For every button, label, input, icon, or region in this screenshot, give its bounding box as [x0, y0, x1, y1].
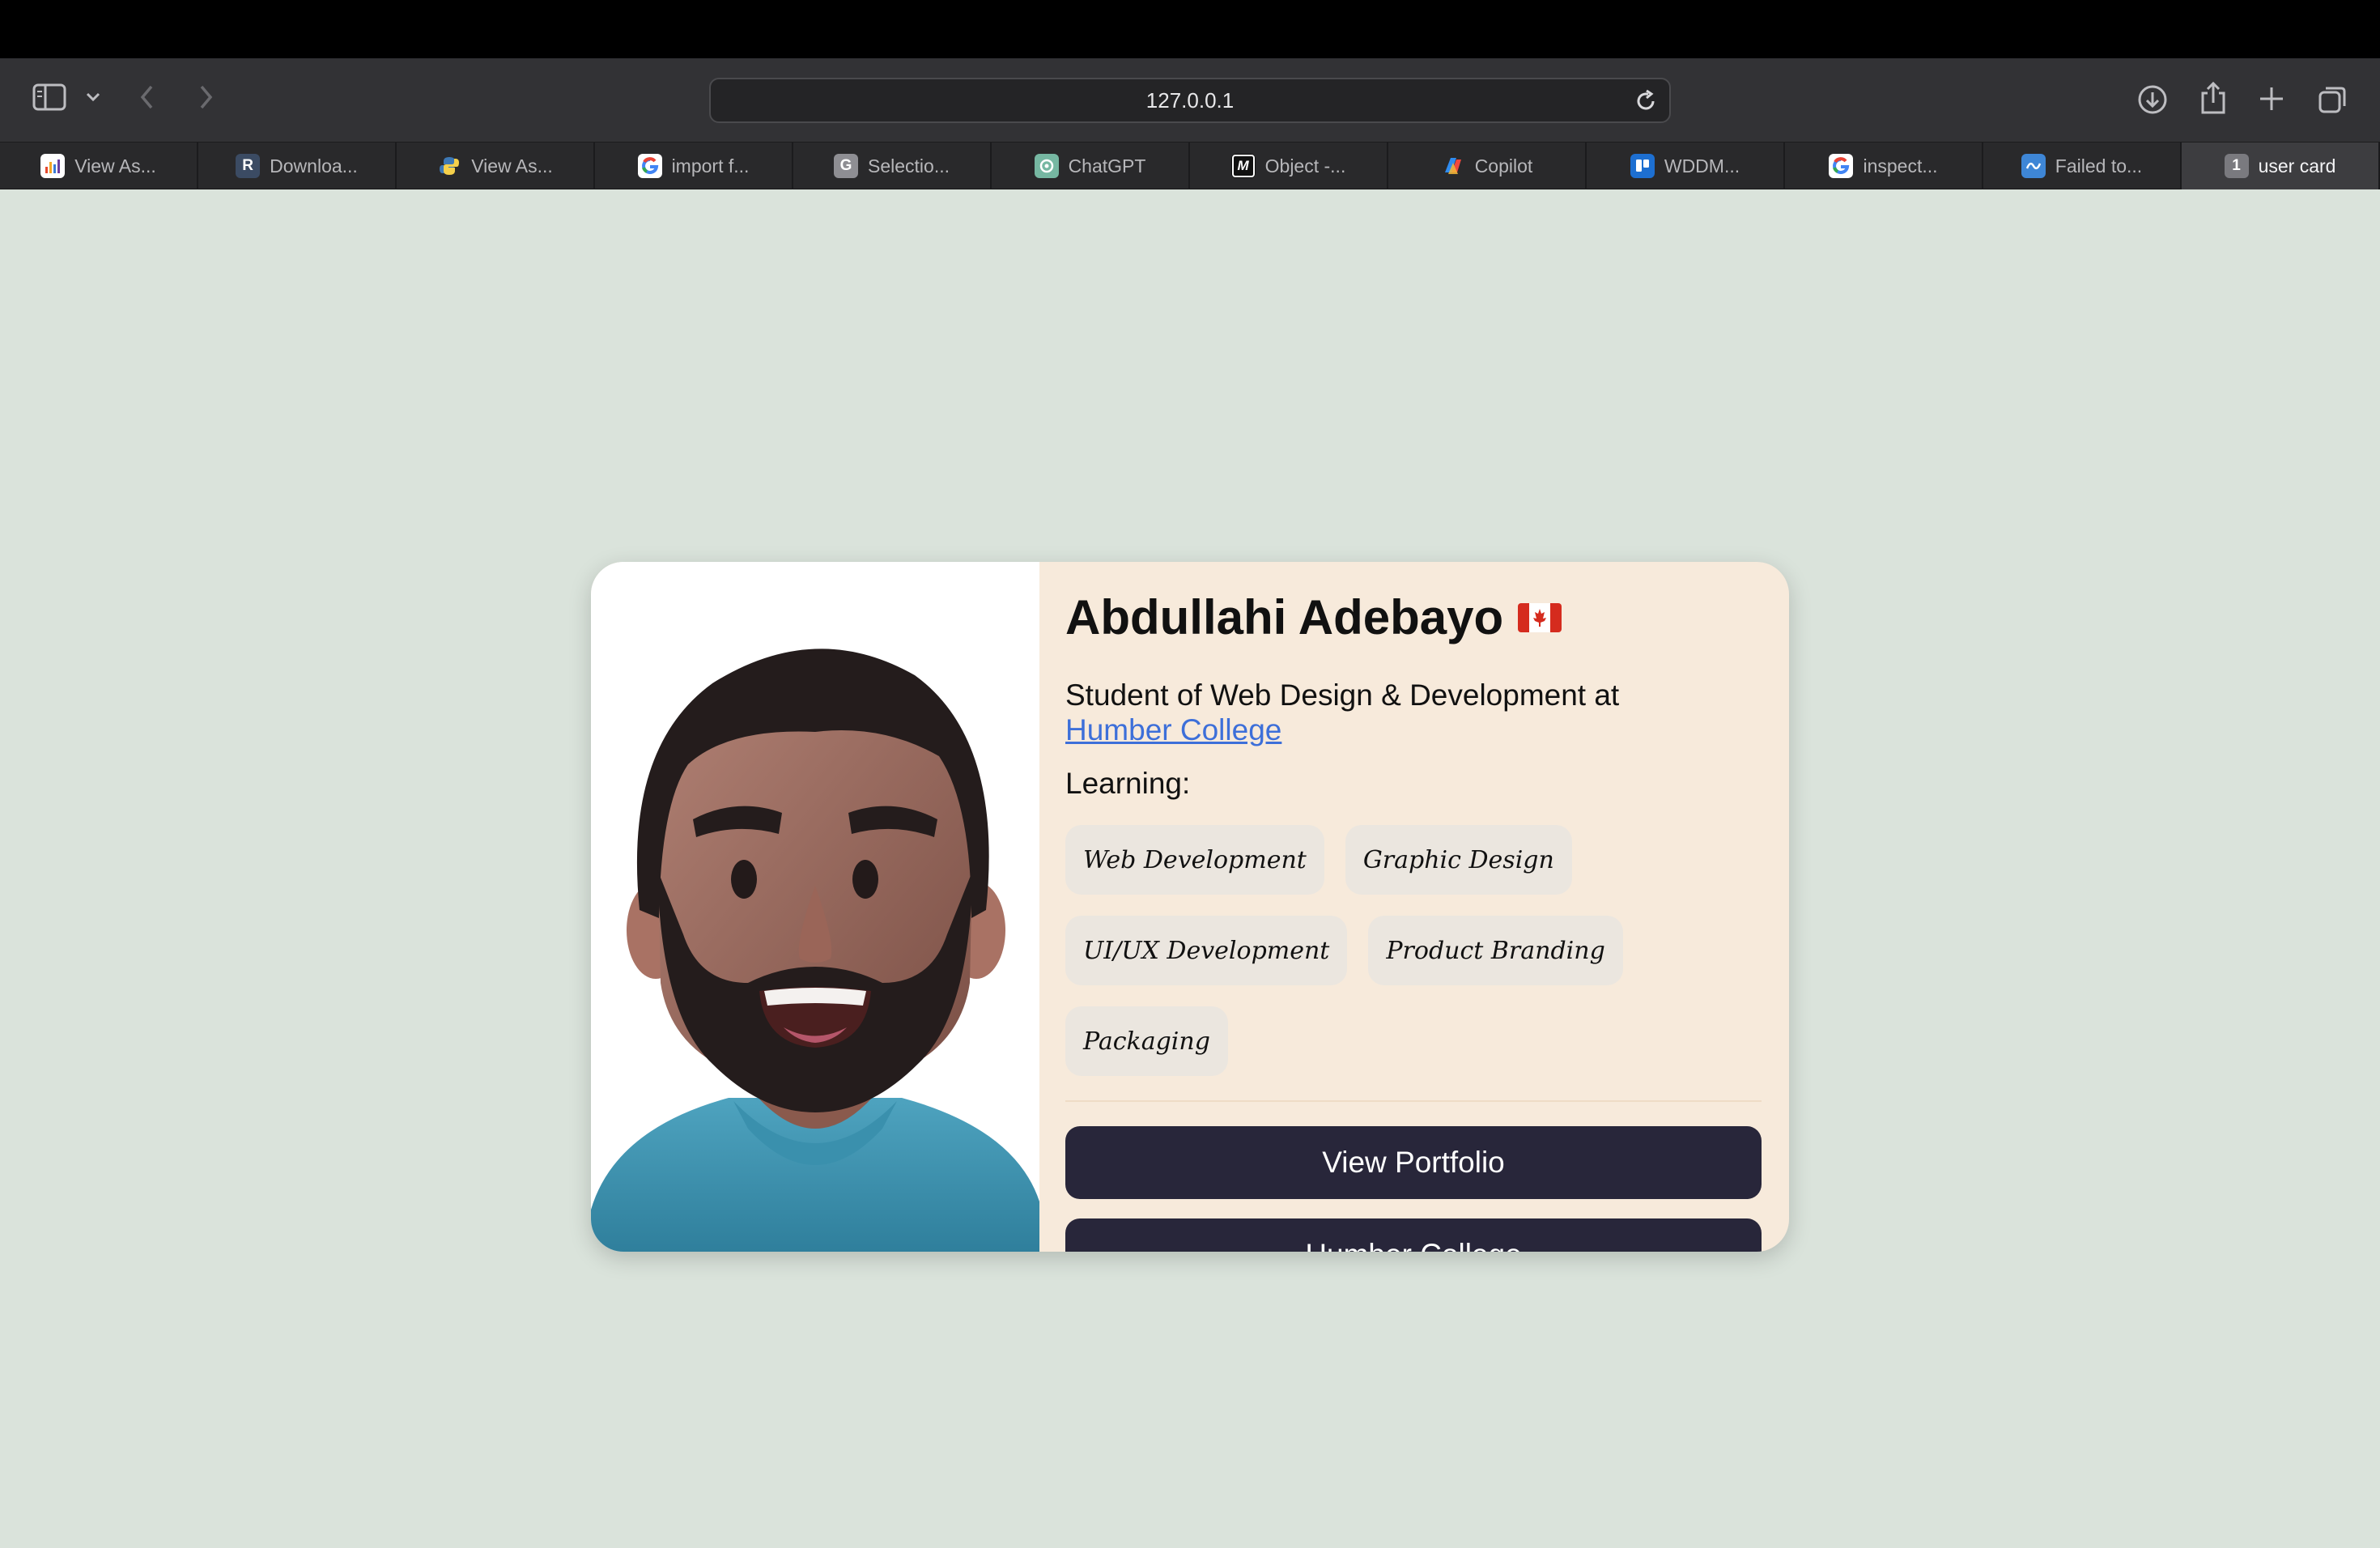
tab-label: Object -... [1264, 155, 1346, 176]
user-card: Abdullahi Adebayo Student of Web Design … [591, 562, 1789, 1252]
tab-label: View As... [471, 155, 553, 176]
sidebar-toggle-icon[interactable] [32, 83, 66, 112]
divider [1065, 1100, 1762, 1102]
user-description: Student of Web Design & Development at H… [1065, 678, 1729, 747]
tab-label: inspect... [1863, 155, 1938, 176]
back-arrow-icon[interactable] [138, 83, 157, 112]
skill-chip: Product Branding [1368, 916, 1623, 985]
description-text: Student of Web Design & Development at [1065, 678, 1620, 712]
tab-number-icon: 1 [2224, 154, 2249, 178]
new-tab-icon[interactable] [2257, 84, 2286, 113]
tab-overview-icon[interactable] [2317, 84, 2348, 115]
browser-tab[interactable]: R Downloa... [198, 142, 397, 189]
google-icon [1829, 154, 1854, 178]
user-name: Abdullahi Adebayo [1065, 590, 1504, 644]
skill-chip: Graphic Design [1345, 825, 1572, 895]
name-row: Abdullahi Adebayo [1065, 589, 1763, 645]
humber-college-button[interactable]: Humber College [1065, 1218, 1762, 1252]
browser-tab[interactable]: inspect... [1785, 142, 1983, 189]
forward-arrow-icon[interactable] [196, 83, 215, 112]
skill-chip: Packaging [1065, 1006, 1228, 1076]
tab-label: Selectio... [868, 155, 950, 176]
download-icon[interactable] [2137, 84, 2168, 115]
tab-label: user card [2258, 155, 2336, 176]
view-portfolio-button[interactable]: View Portfolio [1065, 1126, 1762, 1199]
browser-toolbar: 127.0.0.1 [0, 58, 2380, 142]
r-logo-icon: R [236, 154, 261, 178]
browser-tab[interactable]: G Selectio... [793, 142, 992, 189]
tab-label: Copilot [1474, 155, 1533, 176]
url-text: 127.0.0.1 [1145, 87, 1235, 113]
browser-tab[interactable]: M Object -... [1190, 142, 1388, 189]
tab-label: WDDM... [1664, 155, 1740, 176]
browser-tab[interactable]: View As... [397, 142, 595, 189]
g-letter-icon: G [834, 154, 858, 178]
skill-list: Web Development Graphic Design UI/UX Devel… [1065, 825, 1762, 1076]
learning-label: Learning: [1065, 767, 1191, 800]
avatar [591, 562, 1039, 1252]
address-bar[interactable]: 127.0.0.1 [709, 78, 1671, 123]
chatgpt-icon [1034, 154, 1059, 178]
google-icon [637, 154, 662, 178]
skill-chip: UI/UX Development [1065, 916, 1348, 985]
tab-label: ChatGPT [1068, 155, 1146, 176]
trello-icon [1630, 154, 1655, 178]
wave-icon [2021, 154, 2046, 178]
skill-chip: Web Development [1065, 825, 1324, 895]
avatar-illustration-icon [591, 649, 1039, 1252]
browser-tab[interactable]: View As... [0, 142, 198, 189]
tab-strip: View As... R Downloa... View As... import f.… [0, 142, 2380, 189]
m-logo-icon: M [1230, 154, 1256, 178]
bar-chart-icon [40, 154, 66, 178]
browser-tab[interactable]: Failed to... [1983, 142, 2182, 189]
chevron-down-icon[interactable] [84, 91, 102, 104]
python-icon [437, 154, 461, 178]
humber-college-link[interactable]: Humber College [1065, 713, 1281, 746]
system-menu-bar [0, 0, 2380, 58]
tab-label: import f... [671, 155, 750, 176]
tab-label: Downloa... [270, 155, 358, 176]
tab-label: View As... [74, 155, 156, 176]
share-icon[interactable] [2199, 81, 2228, 115]
reload-icon[interactable] [1634, 89, 1658, 119]
copilot-icon [1441, 154, 1465, 178]
browser-tab[interactable]: import f... [595, 142, 793, 189]
browser-tab[interactable]: Copilot [1388, 142, 1587, 189]
browser-tab[interactable]: WDDM... [1587, 142, 1785, 189]
user-info: Abdullahi Adebayo Student of Web Design … [1039, 562, 1789, 1252]
browser-tab[interactable]: ChatGPT [992, 142, 1190, 189]
tab-label: Failed to... [2055, 155, 2143, 176]
browser-tab[interactable]: 1 user card [2182, 142, 2380, 189]
canada-flag-icon [1518, 602, 1562, 632]
